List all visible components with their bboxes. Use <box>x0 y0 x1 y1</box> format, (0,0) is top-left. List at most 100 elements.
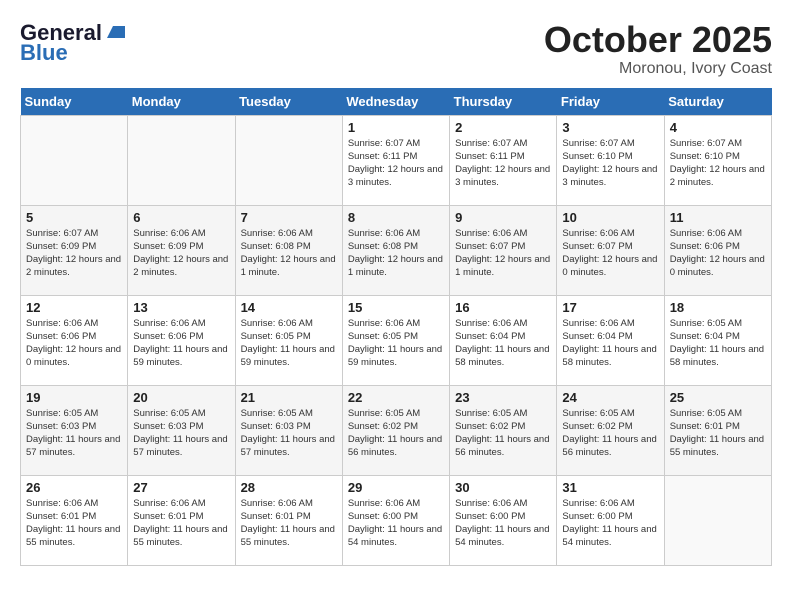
cell-info: Sunrise: 6:06 AM Sunset: 6:04 PM Dayligh… <box>455 317 551 370</box>
day-number: 7 <box>241 210 337 225</box>
cell-info: Sunrise: 6:05 AM Sunset: 6:02 PM Dayligh… <box>348 407 444 460</box>
calendar-cell: 21 Sunrise: 6:05 AM Sunset: 6:03 PM Dayli… <box>235 385 342 475</box>
calendar-body: 1 Sunrise: 6:07 AM Sunset: 6:11 PM Daylig… <box>21 115 772 565</box>
day-number: 2 <box>455 120 551 135</box>
cell-info: Sunrise: 6:06 AM Sunset: 6:00 PM Dayligh… <box>455 497 551 550</box>
calendar-week-row: 1 Sunrise: 6:07 AM Sunset: 6:11 PM Daylig… <box>21 115 772 205</box>
location: Moronou, Ivory Coast <box>544 60 772 78</box>
day-number: 22 <box>348 390 444 405</box>
cell-info: Sunrise: 6:06 AM Sunset: 6:04 PM Dayligh… <box>562 317 658 370</box>
cell-info: Sunrise: 6:05 AM Sunset: 6:03 PM Dayligh… <box>241 407 337 460</box>
day-number: 1 <box>348 120 444 135</box>
calendar-cell: 26 Sunrise: 6:06 AM Sunset: 6:01 PM Dayli… <box>21 475 128 565</box>
cell-info: Sunrise: 6:06 AM Sunset: 6:08 PM Dayligh… <box>348 227 444 280</box>
calendar-cell <box>235 115 342 205</box>
calendar-cell: 22 Sunrise: 6:05 AM Sunset: 6:02 PM Dayli… <box>342 385 449 475</box>
calendar-cell: 16 Sunrise: 6:06 AM Sunset: 6:04 PM Dayli… <box>450 295 557 385</box>
calendar-header-row: SundayMondayTuesdayWednesdayThursdayFrid… <box>21 88 772 116</box>
cell-info: Sunrise: 6:05 AM Sunset: 6:03 PM Dayligh… <box>26 407 122 460</box>
day-number: 19 <box>26 390 122 405</box>
cell-info: Sunrise: 6:06 AM Sunset: 6:00 PM Dayligh… <box>562 497 658 550</box>
logo-blue: Blue <box>20 40 68 66</box>
calendar-cell: 18Sunrise: 6:05 AM Sunset: 6:04 PM Dayli… <box>664 295 771 385</box>
calendar-cell: 17 Sunrise: 6:06 AM Sunset: 6:04 PM Dayli… <box>557 295 664 385</box>
weekday-header: Thursday <box>450 88 557 116</box>
cell-info: Sunrise: 6:06 AM Sunset: 6:05 PM Dayligh… <box>348 317 444 370</box>
day-number: 29 <box>348 480 444 495</box>
logo-bird-icon <box>103 20 125 42</box>
day-number: 24 <box>562 390 658 405</box>
calendar-week-row: 26 Sunrise: 6:06 AM Sunset: 6:01 PM Dayli… <box>21 475 772 565</box>
weekday-header: Wednesday <box>342 88 449 116</box>
day-number: 8 <box>348 210 444 225</box>
calendar-cell: 10 Sunrise: 6:06 AM Sunset: 6:07 PM Dayli… <box>557 205 664 295</box>
day-number: 27 <box>133 480 229 495</box>
cell-info: Sunrise: 6:06 AM Sunset: 6:01 PM Dayligh… <box>133 497 229 550</box>
calendar-cell: 28Sunrise: 6:06 AM Sunset: 6:01 PM Dayli… <box>235 475 342 565</box>
cell-info: Sunrise: 6:06 AM Sunset: 6:09 PM Dayligh… <box>133 227 229 280</box>
cell-info: Sunrise: 6:07 AM Sunset: 6:11 PM Dayligh… <box>348 137 444 190</box>
calendar-week-row: 5 Sunrise: 6:07 AM Sunset: 6:09 PM Daylig… <box>21 205 772 295</box>
page-header: General Blue October 2025 Moronou, Ivory… <box>20 20 772 78</box>
month-title: October 2025 <box>544 20 772 60</box>
weekday-header: Sunday <box>21 88 128 116</box>
cell-info: Sunrise: 6:05 AM Sunset: 6:01 PM Dayligh… <box>670 407 766 460</box>
day-number: 15 <box>348 300 444 315</box>
calendar-cell: 6 Sunrise: 6:06 AM Sunset: 6:09 PM Daylig… <box>128 205 235 295</box>
calendar-cell: 11Sunrise: 6:06 AM Sunset: 6:06 PM Dayli… <box>664 205 771 295</box>
calendar-cell: 15 Sunrise: 6:06 AM Sunset: 6:05 PM Dayli… <box>342 295 449 385</box>
cell-info: Sunrise: 6:07 AM Sunset: 6:10 PM Dayligh… <box>562 137 658 190</box>
calendar-cell <box>128 115 235 205</box>
calendar-cell: 12Sunrise: 6:06 AM Sunset: 6:06 PM Dayli… <box>21 295 128 385</box>
calendar-cell: 7 Sunrise: 6:06 AM Sunset: 6:08 PM Daylig… <box>235 205 342 295</box>
calendar-cell: 9Sunrise: 6:06 AM Sunset: 6:07 PM Daylig… <box>450 205 557 295</box>
cell-info: Sunrise: 6:05 AM Sunset: 6:04 PM Dayligh… <box>670 317 766 370</box>
weekday-header: Tuesday <box>235 88 342 116</box>
cell-info: Sunrise: 6:07 AM Sunset: 6:11 PM Dayligh… <box>455 137 551 190</box>
calendar-cell: 2 Sunrise: 6:07 AM Sunset: 6:11 PM Daylig… <box>450 115 557 205</box>
day-number: 6 <box>133 210 229 225</box>
day-number: 20 <box>133 390 229 405</box>
day-number: 10 <box>562 210 658 225</box>
calendar-cell: 27 Sunrise: 6:06 AM Sunset: 6:01 PM Dayli… <box>128 475 235 565</box>
cell-info: Sunrise: 6:05 AM Sunset: 6:03 PM Dayligh… <box>133 407 229 460</box>
weekday-header: Saturday <box>664 88 771 116</box>
day-number: 21 <box>241 390 337 405</box>
day-number: 26 <box>26 480 122 495</box>
cell-info: Sunrise: 6:06 AM Sunset: 6:07 PM Dayligh… <box>562 227 658 280</box>
day-number: 13 <box>133 300 229 315</box>
cell-info: Sunrise: 6:07 AM Sunset: 6:09 PM Dayligh… <box>26 227 122 280</box>
calendar-week-row: 12 Sunrise: 6:06 AM Sunset: 6:06 PM Dayli… <box>21 295 772 385</box>
calendar-cell: 8 Sunrise: 6:06 AM Sunset: 6:08 PM Daylig… <box>342 205 449 295</box>
calendar-cell: 14Sunrise: 6:06 AM Sunset: 6:05 PM Dayli… <box>235 295 342 385</box>
weekday-header: Monday <box>128 88 235 116</box>
cell-info: Sunrise: 6:06 AM Sunset: 6:08 PM Dayligh… <box>241 227 337 280</box>
day-number: 31 <box>562 480 658 495</box>
day-number: 14 <box>241 300 337 315</box>
calendar-cell: 3 Sunrise: 6:07 AM Sunset: 6:10 PM Daylig… <box>557 115 664 205</box>
weekday-header: Friday <box>557 88 664 116</box>
day-number: 17 <box>562 300 658 315</box>
calendar-cell: 31 Sunrise: 6:06 AM Sunset: 6:00 PM Dayli… <box>557 475 664 565</box>
title-block: October 2025 Moronou, Ivory Coast <box>544 20 772 78</box>
calendar-week-row: 19 Sunrise: 6:05 AM Sunset: 6:03 PM Dayli… <box>21 385 772 475</box>
day-number: 23 <box>455 390 551 405</box>
day-number: 16 <box>455 300 551 315</box>
day-number: 4 <box>670 120 766 135</box>
calendar-cell: 1 Sunrise: 6:07 AM Sunset: 6:11 PM Daylig… <box>342 115 449 205</box>
day-number: 9 <box>455 210 551 225</box>
day-number: 5 <box>26 210 122 225</box>
calendar-cell: 29Sunrise: 6:06 AM Sunset: 6:00 PM Dayli… <box>342 475 449 565</box>
calendar-cell <box>21 115 128 205</box>
cell-info: Sunrise: 6:05 AM Sunset: 6:02 PM Dayligh… <box>562 407 658 460</box>
cell-info: Sunrise: 6:05 AM Sunset: 6:02 PM Dayligh… <box>455 407 551 460</box>
day-number: 3 <box>562 120 658 135</box>
logo: General Blue <box>20 20 125 66</box>
day-number: 12 <box>26 300 122 315</box>
cell-info: Sunrise: 6:06 AM Sunset: 6:01 PM Dayligh… <box>241 497 337 550</box>
calendar-cell <box>664 475 771 565</box>
cell-info: Sunrise: 6:06 AM Sunset: 6:06 PM Dayligh… <box>133 317 229 370</box>
cell-info: Sunrise: 6:06 AM Sunset: 6:01 PM Dayligh… <box>26 497 122 550</box>
calendar-cell: 5 Sunrise: 6:07 AM Sunset: 6:09 PM Daylig… <box>21 205 128 295</box>
day-number: 30 <box>455 480 551 495</box>
